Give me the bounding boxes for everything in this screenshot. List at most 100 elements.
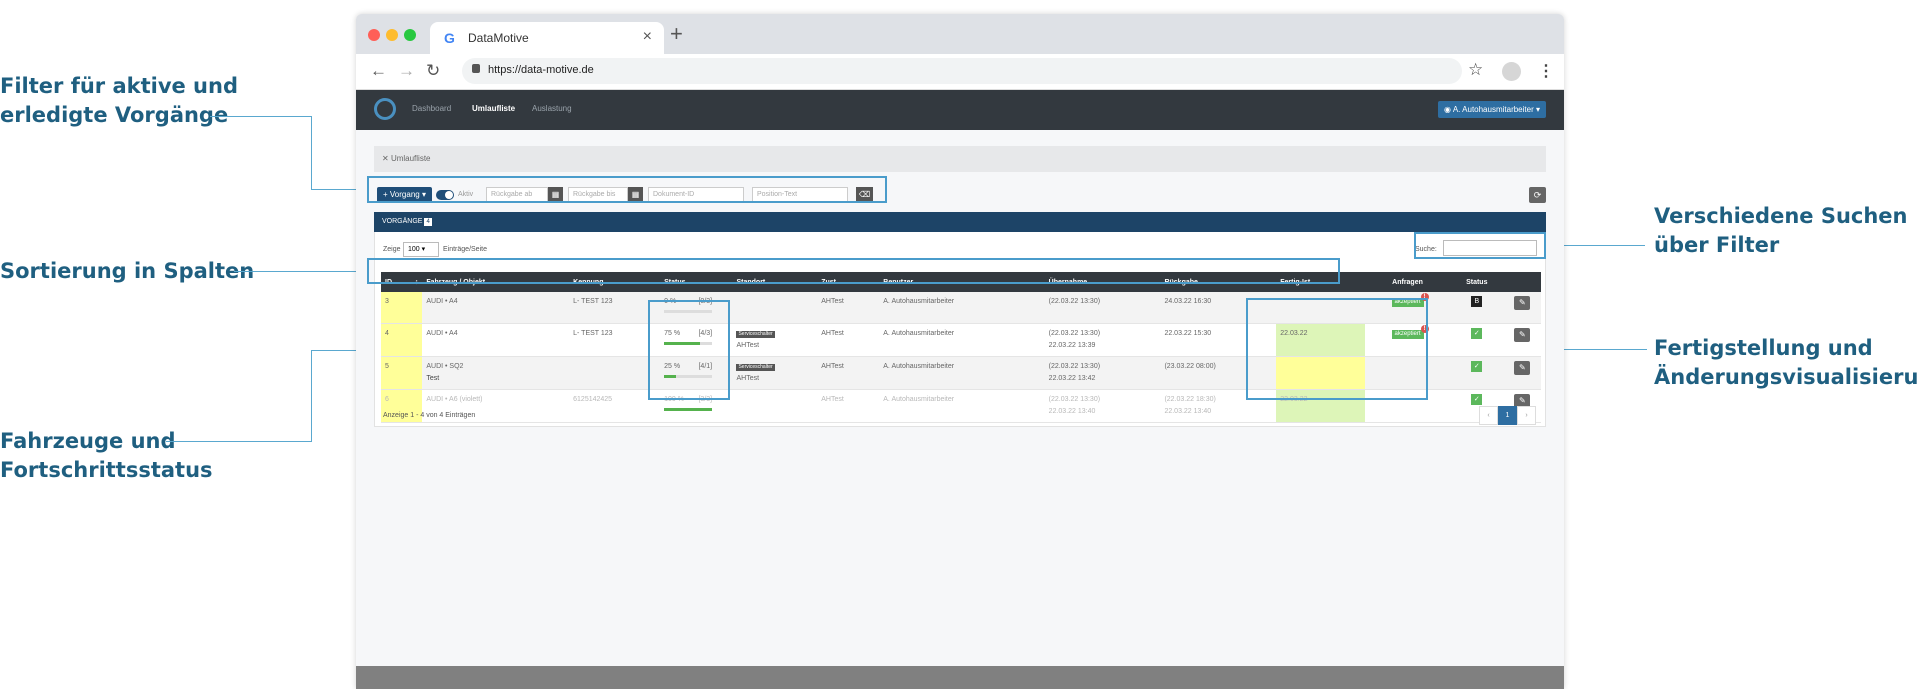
cell-zust: AHTest [817, 389, 880, 423]
new-tab-icon[interactable]: + [670, 21, 683, 47]
close-tab-icon[interactable]: × [643, 28, 652, 46]
tab-bar: G DataMotive × + [356, 14, 1564, 54]
check-icon[interactable]: ✓ [1471, 393, 1483, 405]
breadcrumb: ✕ Umlaufliste [374, 146, 1546, 172]
connector-filter-h [210, 116, 312, 117]
cell-benutzer: A. Autohausmitarbeiter [879, 292, 1045, 324]
cell-benutzer: A. Autohausmitarbeiter [879, 356, 1045, 390]
edit-icon[interactable]: ✎ [1514, 296, 1531, 310]
annotation-finish: Fertigstellung und Änderungsvisualisieru… [1654, 334, 1920, 392]
cell-status-icon: ✓ [1449, 323, 1504, 357]
highlight-status [648, 300, 730, 400]
google-icon: G [444, 30, 455, 46]
entries-suffix: Einträge/Seite [443, 246, 487, 253]
user-menu-button[interactable]: ◉ A. Autohausmitarbeiter ▾ [1438, 101, 1546, 118]
cell-status-icon: B [1449, 292, 1504, 324]
user-name: A. Autohausmitarbeiter [1452, 105, 1534, 114]
annotation-sort: Sortierung in Spalten [0, 259, 255, 283]
annotation-search: Verschiedene Suchen über Filter [1654, 202, 1908, 260]
connector-vehicles-v [311, 350, 312, 442]
minimize-window-dot[interactable] [386, 29, 398, 41]
tab-title: DataMotive [468, 31, 529, 45]
connector-vehicles-h [166, 441, 312, 442]
col-actions [1503, 272, 1541, 292]
highlight-search [1414, 232, 1546, 259]
pagination-next[interactable]: › [1517, 406, 1536, 425]
lock-icon [472, 64, 480, 73]
check-icon[interactable]: ✓ [1471, 360, 1483, 372]
highlight-fertig [1246, 298, 1428, 400]
entries-value: 100 [408, 246, 420, 253]
col-anfragen[interactable]: Anfragen [1365, 272, 1450, 292]
count-badge: 4 [424, 218, 432, 226]
cell-kennung: L- TEST 123 [569, 292, 661, 324]
close-window-dot[interactable] [368, 29, 380, 41]
annotation-finish-line2: Änderungsvisualisierung [1654, 365, 1920, 389]
progress-bar [664, 407, 713, 411]
annotation-search-line2: über Filter [1654, 233, 1780, 257]
more-vert-icon[interactable]: ⋮ [1538, 61, 1554, 81]
cell-zust: AHTest [817, 292, 880, 324]
app-navbar: Dashboard Umlaufliste Auslastung ◉ A. Au… [356, 90, 1564, 130]
nav-umlaufliste[interactable]: Umlaufliste [472, 104, 515, 113]
cell-status-icon: ✓ [1449, 356, 1504, 390]
standort-badge: Serviceschalter [736, 363, 775, 371]
cell-zust: AHTest [817, 323, 880, 357]
cell-id: 5 [381, 356, 423, 390]
cell-kennung: L- TEST 123 [569, 323, 661, 357]
back-icon[interactable]: ← [370, 61, 387, 81]
bottom-bar [356, 666, 1564, 689]
cell-uebernahme: (22.03.22 13:30) 22.03.22 13:42 [1044, 356, 1161, 390]
cell-standort [732, 389, 818, 423]
pagination-page-1[interactable]: 1 [1498, 406, 1517, 425]
star-icon[interactable]: ☆ [1468, 60, 1483, 80]
cell-standort: Serviceschalter AHTest [732, 323, 818, 357]
highlight-filter [367, 176, 887, 203]
cell-vehicle: AUDI • A4 [422, 323, 570, 357]
edit-icon[interactable]: ✎ [1514, 327, 1531, 342]
entries-select[interactable]: 100 ▾ [403, 242, 439, 257]
stage: Filter für aktive und erledigte Vorgänge… [0, 0, 1920, 689]
nav-dashboard[interactable]: Dashboard [412, 104, 451, 113]
annotation-finish-line1: Fertigstellung und [1654, 336, 1873, 360]
cell-id: 4 [381, 323, 423, 357]
edit-icon[interactable]: ✎ [1514, 360, 1531, 375]
address-bar[interactable]: https://data-motive.de [462, 58, 1462, 84]
cell-uebernahme: (22.03.22 13:30) 22.03.22 13:39 [1044, 323, 1161, 357]
reload-icon[interactable]: ↻ [426, 61, 440, 81]
col-status2[interactable]: Status [1449, 272, 1504, 292]
table-footer-info: Anzeige 1 - 4 von 4 Einträgen [383, 412, 476, 419]
app-logo[interactable] [374, 98, 396, 120]
pagination-prev[interactable]: ‹ [1479, 406, 1498, 425]
annotation-filter-line1: Filter für aktive und [0, 74, 238, 98]
refresh-icon[interactable]: ⟳ [1529, 187, 1546, 203]
forward-icon[interactable]: → [398, 61, 415, 81]
cell-uebernahme: (22.03.22 13:30) 22.03.22 13:40 [1044, 389, 1161, 423]
cell-standort [732, 292, 818, 324]
zeige-label: Zeige [383, 246, 401, 253]
maximize-window-dot[interactable] [404, 29, 416, 41]
cell-vehicle: AUDI • A4 [422, 292, 570, 324]
breadcrumb-label: Umlaufliste [390, 154, 431, 163]
check-icon[interactable]: ✓ [1471, 327, 1483, 339]
cell-actions: ✎ [1503, 323, 1541, 357]
cell-uebernahme: (22.03.22 13:30) [1044, 292, 1161, 324]
highlight-sort [367, 258, 1340, 284]
panel-header: VORGÄNGE 4 [374, 212, 1546, 232]
nav-auslastung[interactable]: Auslastung [532, 104, 572, 113]
annotation-search-line1: Verschiedene Suchen [1654, 204, 1908, 228]
cell-id: 3 [381, 292, 423, 324]
cell-benutzer: A. Autohausmitarbeiter [879, 323, 1045, 357]
browser-tab[interactable]: G DataMotive × [430, 22, 664, 54]
panel-title: VORGÄNGE [382, 218, 423, 225]
cell-kennung: 6125142425 [569, 389, 661, 423]
address-bar-row: ← → ↻ https://data-motive.de ☆ ⋮ [356, 54, 1564, 90]
profile-avatar[interactable] [1502, 62, 1521, 81]
annotation-vehicles: Fahrzeuge und Fortschrittsstatus [0, 427, 213, 485]
cell-benutzer: A. Autohausmitarbeiter [879, 389, 1045, 423]
annotation-vehicles-line2: Fortschrittsstatus [0, 458, 213, 482]
cell-zust: AHTest [817, 356, 880, 390]
connector-filter-v [311, 116, 312, 190]
status-icon[interactable]: B [1471, 296, 1483, 307]
annotation-filter: Filter für aktive und erledigte Vorgänge [0, 72, 238, 130]
